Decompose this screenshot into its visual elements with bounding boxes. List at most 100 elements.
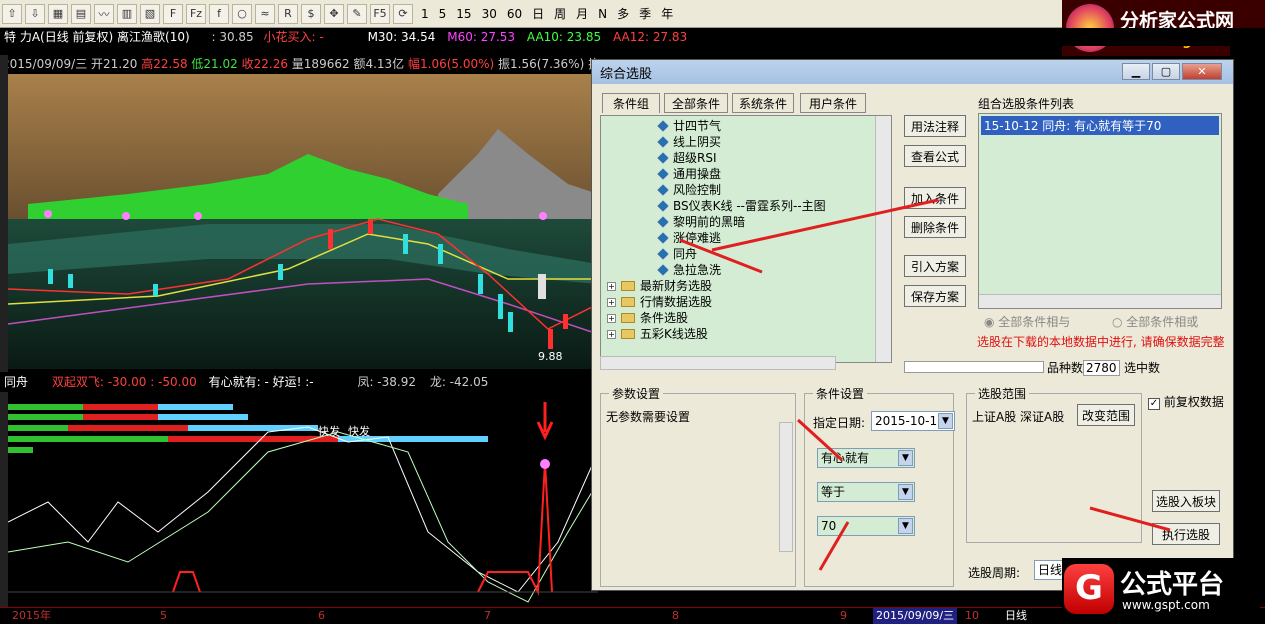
- maximize-icon[interactable]: ▢: [1152, 63, 1180, 80]
- red-arrow-down: [536, 402, 554, 441]
- f70-icon[interactable]: f: [209, 3, 229, 24]
- close-icon[interactable]: ✕: [1182, 63, 1222, 80]
- import-plan-button[interactable]: 引入方案: [904, 255, 966, 277]
- period-day[interactable]: 日: [532, 5, 544, 22]
- period-month[interactable]: 月: [576, 5, 588, 22]
- date-label: 8: [672, 609, 679, 622]
- condition-tree[interactable]: 廿四节气 线上阴买 超级RSI 通用操盘 风险控制 BS仪表K线 --雷霆系列-…: [600, 115, 892, 363]
- period-week[interactable]: 周: [554, 5, 566, 22]
- change-range-button[interactable]: 改变范围: [1077, 404, 1135, 426]
- tree-folder[interactable]: + 最新财务选股: [601, 278, 891, 294]
- tree-folder[interactable]: + 五彩K线选股: [601, 326, 891, 342]
- condition-settings-group: 条件设置 指定日期: 2015-10-12 ▼ 有心就有 ▼ 等于 ▼ 70 ▼: [804, 385, 955, 587]
- tree-scrollbar[interactable]: [875, 116, 891, 362]
- tree-folder[interactable]: + 行情数据选股: [601, 294, 891, 310]
- tab-all-conditions[interactable]: 全部条件: [664, 93, 728, 113]
- expand-icon[interactable]: +: [607, 297, 616, 307]
- ind-name: 同舟: [4, 375, 29, 389]
- move-icon[interactable]: ✥: [324, 3, 344, 24]
- period-15[interactable]: 15: [456, 7, 471, 21]
- param-scrollbar[interactable]: [779, 422, 793, 552]
- circle-icon[interactable]: ○: [232, 3, 252, 24]
- expand-icon[interactable]: +: [607, 313, 616, 323]
- period-multi[interactable]: 多: [617, 5, 629, 22]
- tree-item[interactable]: 黎明前的黑暗: [657, 214, 891, 230]
- dollar-icon[interactable]: $: [301, 3, 321, 24]
- gspt-logo: G 公式平台 www.gspt.com: [1062, 558, 1260, 618]
- tab-user-conditions[interactable]: 用户条件: [800, 93, 866, 113]
- tree-item[interactable]: 超级RSI: [657, 150, 891, 166]
- expand-icon[interactable]: +: [607, 281, 616, 291]
- tree-folder[interactable]: + 条件选股: [601, 310, 891, 326]
- f5-icon[interactable]: F5: [370, 3, 390, 24]
- up-arrow-icon[interactable]: ⇧: [2, 3, 22, 24]
- operator-select[interactable]: 等于 ▼: [817, 482, 915, 502]
- tab-system-conditions[interactable]: 系统条件: [732, 93, 794, 113]
- adjusted-checkbox[interactable]: ✓ 前复权数据: [1148, 393, 1224, 410]
- formula-icon: [657, 200, 669, 212]
- low-price-label: 9.88: [538, 350, 563, 363]
- fiz-icon[interactable]: Fz: [186, 3, 206, 24]
- current-date: 2015/09/09/三: [873, 608, 958, 624]
- run-screening-button[interactable]: 执行选股: [1152, 523, 1220, 545]
- stock-screener-dialog: 综合选股 ▁ ▢ ✕ 条件组 全部条件 系统条件 用户条件 廿四节气 线上阴买 …: [591, 59, 1234, 591]
- candle-icon[interactable]: ▥: [117, 3, 137, 24]
- view-formula-button[interactable]: 查看公式: [904, 145, 966, 167]
- period-30[interactable]: 30: [482, 7, 497, 21]
- period-n[interactable]: N: [598, 7, 607, 21]
- period-5[interactable]: 5: [439, 7, 447, 21]
- chart-icon[interactable]: ▤: [71, 3, 91, 24]
- chevron-down-icon[interactable]: ▼: [898, 484, 913, 500]
- tree-item[interactable]: 通用操盘: [657, 166, 891, 182]
- tree-item[interactable]: 线上阴买: [657, 134, 891, 150]
- tree-item[interactable]: 急拉急洗: [657, 262, 891, 278]
- tree-item-selected[interactable]: 同舟: [657, 246, 891, 262]
- param-title: 参数设置: [609, 385, 664, 402]
- list-hscroll[interactable]: [979, 294, 1221, 308]
- usage-notes-button[interactable]: 用法注释: [904, 115, 966, 137]
- period-1[interactable]: 1: [421, 7, 429, 21]
- grid-icon[interactable]: ▦: [48, 3, 68, 24]
- refresh-icon[interactable]: ⟳: [393, 3, 413, 24]
- formula-icon: [657, 152, 669, 164]
- indicator-bar: 同舟 双起双飞: -30.00 : -50.00 有心就有: - 好运! :- …: [0, 372, 600, 392]
- tree-hscroll[interactable]: [600, 356, 836, 370]
- value-select[interactable]: 70 ▼: [817, 516, 915, 536]
- date-select[interactable]: 2015-10-12 ▼: [871, 411, 955, 431]
- indicator-select[interactable]: 有心就有 ▼: [817, 448, 915, 468]
- condition-list[interactable]: 15-10-12 同舟: 有心就有等于70: [978, 113, 1222, 309]
- line-chart-icon[interactable]: 〰: [94, 3, 114, 24]
- rsi-icon[interactable]: R: [278, 3, 298, 24]
- tab-condition-group[interactable]: 条件组: [602, 93, 660, 113]
- buy-signal: 小花买入: -: [263, 30, 324, 44]
- g-logo-icon: G: [1064, 564, 1114, 614]
- wave-icon[interactable]: ≈: [255, 3, 275, 24]
- tree-item[interactable]: 风险控制: [657, 182, 891, 198]
- chevron-down-icon[interactable]: ▼: [898, 518, 913, 534]
- radio-or[interactable]: ○ 全部条件相或: [1112, 313, 1198, 330]
- formula-icon: [657, 120, 669, 132]
- tree-item[interactable]: 廿四节气: [657, 118, 891, 134]
- formula-icon: [657, 232, 669, 244]
- period-year[interactable]: 年: [661, 5, 673, 22]
- add-condition-button[interactable]: 加入条件: [904, 187, 966, 209]
- left-tabs[interactable]: [0, 55, 8, 623]
- condition-list-item[interactable]: 15-10-12 同舟: 有心就有等于70: [981, 116, 1219, 135]
- chevron-down-icon[interactable]: ▼: [938, 413, 953, 429]
- chevron-down-icon[interactable]: ▼: [898, 450, 913, 466]
- period-60[interactable]: 60: [507, 7, 522, 21]
- condition-list-title: 组合选股条件列表: [978, 97, 1075, 111]
- tree-item[interactable]: 涨停难逃: [657, 230, 891, 246]
- fl-icon[interactable]: F: [163, 3, 183, 24]
- minimize-icon[interactable]: ▁: [1122, 63, 1150, 80]
- down-arrow-icon[interactable]: ⇩: [25, 3, 45, 24]
- bar-icon[interactable]: ▧: [140, 3, 160, 24]
- period-season[interactable]: 季: [639, 5, 651, 22]
- expand-icon[interactable]: +: [607, 329, 616, 339]
- delete-condition-button[interactable]: 删除条件: [904, 216, 966, 238]
- to-block-button[interactable]: 选股入板块: [1152, 490, 1220, 512]
- pen-icon[interactable]: ✎: [347, 3, 367, 24]
- tree-item[interactable]: BS仪表K线 --雷霆系列--主图: [657, 198, 891, 214]
- radio-and[interactable]: ◉ 全部条件相与: [984, 313, 1070, 330]
- save-plan-button[interactable]: 保存方案: [904, 285, 966, 307]
